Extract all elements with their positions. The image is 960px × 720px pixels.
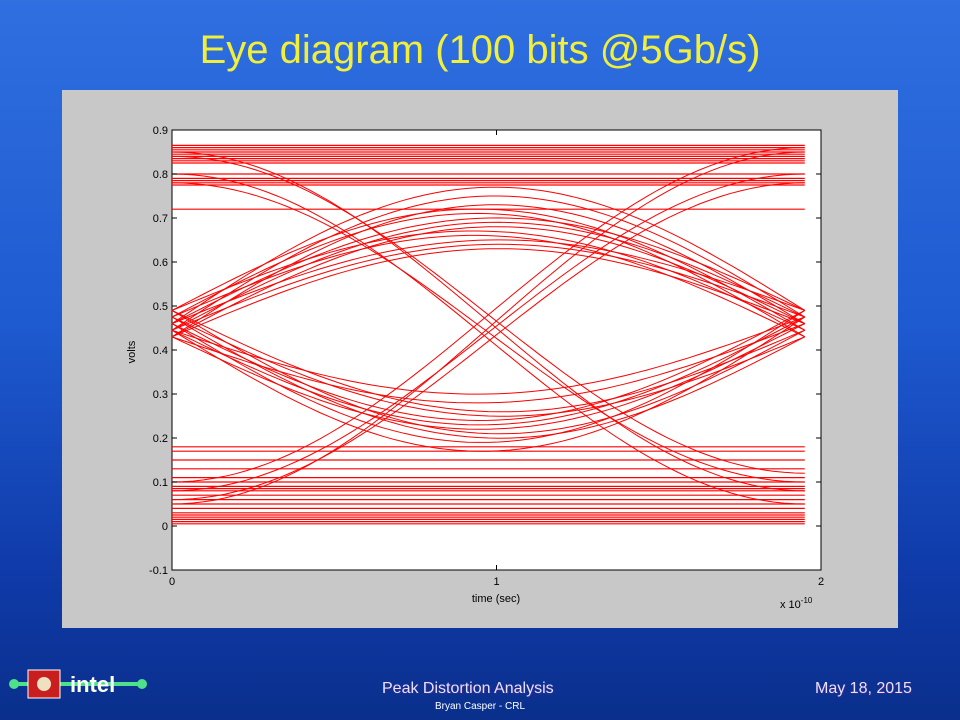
y-tick-label-2: 0.1: [153, 477, 168, 489]
slide-title: Eye diagram (100 bits @5Gb/s): [199, 28, 761, 72]
y-tick-label-10: 0.9: [153, 125, 168, 137]
figure-panel: -0.1 0 0.1 0.2 0.3 0.4 0.5 0.6 0.7 0.8 0.9 0 1 2 time…: [62, 90, 898, 628]
footer-author: Bryan Casper - CRL: [434, 701, 526, 712]
footer-presentation-title: Peak Distortion Analysis: [382, 680, 554, 697]
footer-date: May 18, 2015: [815, 680, 912, 697]
y-tick-label-5: 0.4: [153, 345, 168, 357]
y-tick-label-0: -0.1: [149, 565, 168, 577]
y-tick-label-9: 0.8: [153, 169, 168, 181]
x-axis-label: time (sec): [472, 593, 520, 605]
x-tick-label-2: 2: [818, 576, 824, 588]
y-axis-label: volts: [126, 340, 138, 363]
y-tick-label-8: 0.7: [153, 213, 168, 225]
y-tick-label-1: 0: [162, 521, 168, 533]
eye-diagram-chart: -0.100.10.20.30.40.50.60.70.80.90 1 2 time…: [126, 125, 824, 611]
intel-logo: intel: [8, 664, 148, 704]
intel-logo-text: intel: [70, 672, 115, 697]
y-tick-label-6: 0.5: [153, 301, 168, 313]
x-tick-label-1: 1: [493, 576, 499, 588]
x-exponent-power: -10: [801, 596, 813, 605]
x-tick-label-0: 0: [169, 576, 175, 588]
y-tick-label-7: 0.6: [153, 257, 168, 269]
x-exponent-label: x 10-10: [780, 596, 813, 611]
y-tick-label-3: 0.2: [153, 433, 168, 445]
y-tick-label-4: 0.3: [153, 389, 168, 401]
